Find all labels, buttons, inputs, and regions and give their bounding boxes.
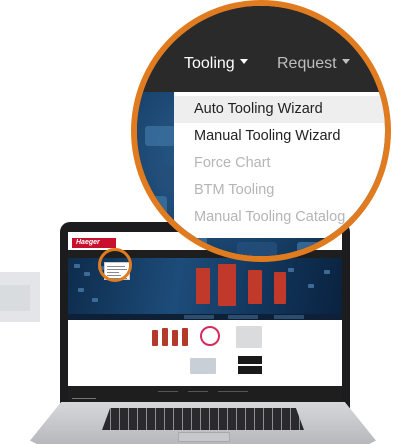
product-image bbox=[162, 328, 168, 346]
hero-bolt bbox=[308, 284, 314, 288]
menu-item-btm-tooling: BTM Tooling bbox=[194, 182, 275, 198]
hero-thumbnail[interactable] bbox=[228, 315, 258, 319]
bolt-graphic bbox=[139, 196, 167, 218]
hero-machine bbox=[218, 264, 236, 306]
nav-tooling-menu[interactable]: Tooling bbox=[184, 55, 248, 73]
nav-tooling-label: Tooling bbox=[184, 55, 235, 72]
caret-down-icon bbox=[239, 59, 248, 65]
google-play-badge[interactable] bbox=[238, 366, 262, 374]
hero-bolt bbox=[324, 270, 330, 274]
zoom-magnifier: Tooling Request Auto Tooling Wizard Manu… bbox=[131, 0, 391, 262]
laptop-screen: Haeger bbox=[68, 232, 342, 404]
hero-bolt bbox=[92, 298, 98, 302]
hero-machine bbox=[196, 268, 210, 304]
hero-machine bbox=[248, 270, 262, 304]
footer-text bbox=[72, 398, 96, 399]
hero-bolt bbox=[74, 264, 80, 268]
parts-image bbox=[190, 358, 216, 374]
caret-down-icon bbox=[341, 59, 350, 65]
zoomed-nav-bar: Tooling Request bbox=[137, 6, 385, 92]
cable-image bbox=[200, 326, 220, 346]
bolt-graphic bbox=[145, 126, 175, 146]
laptop-keyboard bbox=[102, 408, 304, 430]
product-image bbox=[182, 328, 188, 346]
site-content bbox=[68, 320, 342, 386]
footer-text bbox=[188, 391, 208, 392]
footer-text bbox=[158, 391, 178, 392]
menu-item-manual-tooling-catalog: Manual Tooling Catalog bbox=[194, 209, 346, 225]
site-footer bbox=[68, 386, 342, 404]
menu-item-force-chart: Force Chart bbox=[194, 155, 271, 171]
background-shape-inner bbox=[0, 285, 30, 311]
hero-bolt bbox=[288, 268, 294, 272]
menu-item-manual-tooling-wizard[interactable]: Manual Tooling Wizard bbox=[174, 123, 385, 150]
bolt-graphic bbox=[237, 242, 277, 256]
product-image bbox=[172, 330, 178, 346]
hero-bolt bbox=[78, 288, 84, 292]
small-highlight-ring bbox=[98, 248, 132, 282]
app-store-badge[interactable] bbox=[238, 356, 262, 364]
hero-thumbnail[interactable] bbox=[274, 315, 304, 319]
menu-item-auto-tooling-wizard[interactable]: Auto Tooling Wizard bbox=[174, 96, 385, 123]
site-logo[interactable]: Haeger bbox=[72, 238, 116, 248]
product-image bbox=[152, 330, 158, 346]
footer-text bbox=[218, 391, 248, 392]
hero-machine bbox=[274, 272, 286, 304]
nav-request-label: Request bbox=[277, 55, 337, 72]
hero-thumbnail[interactable] bbox=[184, 315, 214, 319]
hero-bolt bbox=[84, 272, 90, 276]
laptop-trackpad bbox=[178, 432, 230, 442]
tooling-dropdown-menu: Auto Tooling Wizard Manual Tooling Wizar… bbox=[174, 92, 385, 238]
catalog-image bbox=[236, 326, 262, 348]
nav-request-menu[interactable]: Request bbox=[277, 55, 350, 73]
